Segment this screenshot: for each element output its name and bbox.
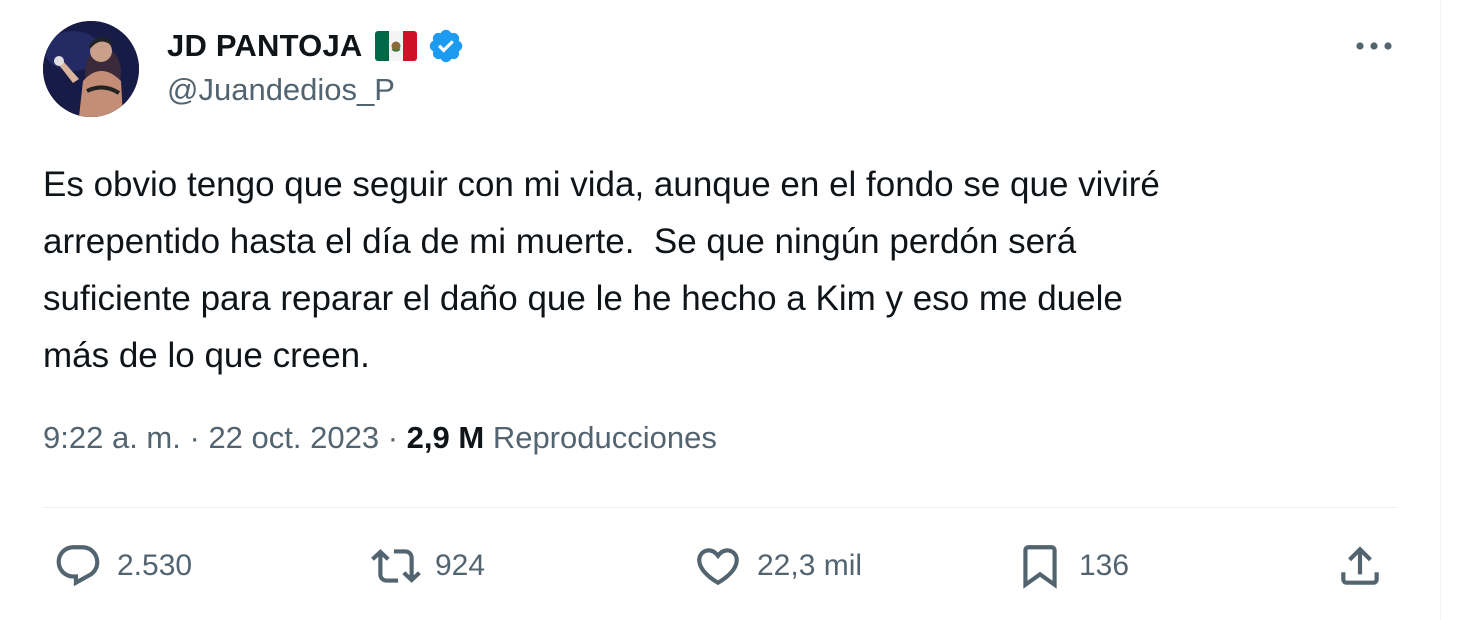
author-display-name[interactable]: JD PANTOJA [167,28,363,64]
views-count: 2,9 M [406,420,485,455]
action-bar: 2.530 924 22,3 mil 136 [43,528,1398,604]
reply-icon [56,545,100,587]
divider [43,507,1398,508]
mexico-flag-icon [374,31,417,61]
repost-button[interactable]: 924 [371,528,485,604]
views-label[interactable]: Reproducciones [493,420,717,456]
tweet-card: JD PANTOJA @Juandedios_P Es obvio tengo … [0,0,1441,620]
more-options-button[interactable] [1352,30,1396,62]
like-count: 22,3 mil [757,549,863,582]
tweet-time[interactable]: 9:22 a. m. [43,420,181,456]
avatar-image [43,21,139,117]
bookmark-button[interactable]: 136 [1015,528,1129,604]
heart-icon [697,548,739,586]
author-name-row: JD PANTOJA [167,26,465,66]
tweet-meta: 9:22 a. m. · 22 oct. 2023 · 2,9 M Reprod… [43,420,717,456]
author-handle[interactable]: @Juandedios_P [167,72,395,108]
reply-count: 2.530 [117,549,193,582]
avatar[interactable] [43,21,139,117]
reply-button[interactable]: 2.530 [53,528,192,604]
more-dots-icon [1356,42,1392,50]
repost-icon [371,549,421,583]
verified-badge-icon[interactable] [427,27,465,65]
bookmark-icon [1023,545,1057,589]
bookmark-count: 136 [1079,549,1130,582]
meta-separator: · [189,420,200,455]
tweet-text: Es obvio tengo que seguir con mi vida, a… [43,165,1160,375]
share-button[interactable] [1335,528,1385,604]
share-icon [1341,546,1379,585]
like-button[interactable]: 22,3 mil [693,528,862,604]
meta-separator: · [387,420,399,455]
repost-count: 924 [435,549,486,582]
tweet-date[interactable]: 22 oct. 2023 [208,420,379,456]
